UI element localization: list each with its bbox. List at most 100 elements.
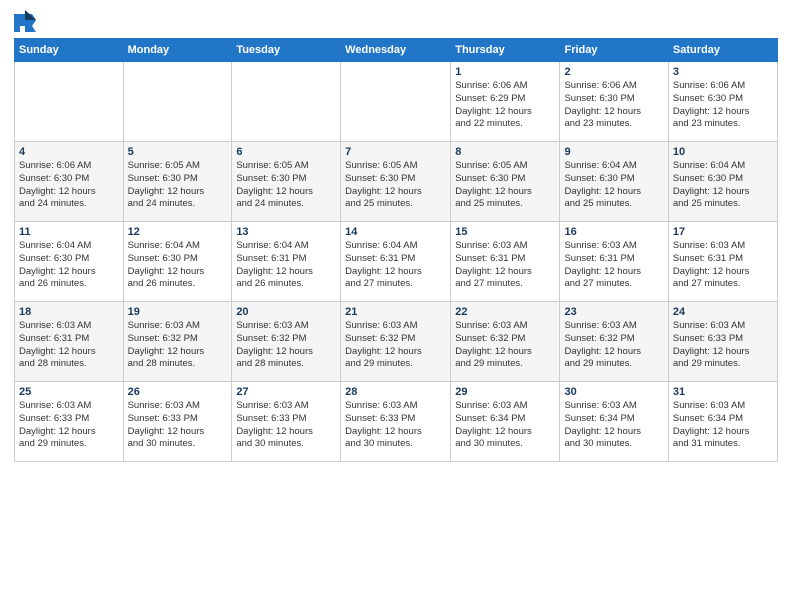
calendar-cell: 4 Sunrise: 6:06 AM Sunset: 6:30 PM Daylig… xyxy=(15,142,124,222)
calendar-cell: 25 Sunrise: 6:03 AM Sunset: 6:33 PM Dayli… xyxy=(15,382,124,462)
day-info: Sunrise: 6:03 AM Sunset: 6:33 PM Dayligh… xyxy=(19,400,119,451)
calendar-cell: 23 Sunrise: 6:03 AM Sunset: 6:32 PM Dayli… xyxy=(560,302,668,382)
day-info: Sunrise: 6:04 AM Sunset: 6:30 PM Dayligh… xyxy=(673,160,773,211)
calendar-week-2: 4 Sunrise: 6:06 AM Sunset: 6:30 PM Daylig… xyxy=(15,142,778,222)
calendar-cell: 6 Sunrise: 6:05 AM Sunset: 6:30 PM Daylig… xyxy=(232,142,341,222)
day-number: 19 xyxy=(128,306,228,318)
calendar-cell: 20 Sunrise: 6:03 AM Sunset: 6:32 PM Dayli… xyxy=(232,302,341,382)
day-number: 29 xyxy=(455,386,555,398)
weekday-header-tuesday: Tuesday xyxy=(232,39,341,62)
calendar-cell: 17Sunrise: 6:03 AM Sunset: 6:31 PM Dayli… xyxy=(668,222,777,302)
day-number: 23 xyxy=(564,306,663,318)
calendar-week-4: 18 Sunrise: 6:03 AM Sunset: 6:31 PM Dayli… xyxy=(15,302,778,382)
calendar-cell: 7 Sunrise: 6:05 AM Sunset: 6:30 PM Daylig… xyxy=(341,142,451,222)
calendar-week-5: 25 Sunrise: 6:03 AM Sunset: 6:33 PM Dayli… xyxy=(15,382,778,462)
day-info: Sunrise: 6:04 AM Sunset: 6:31 PM Dayligh… xyxy=(236,240,336,291)
day-info: Sunrise: 6:05 AM Sunset: 6:30 PM Dayligh… xyxy=(345,160,446,211)
logo-icon xyxy=(14,10,36,32)
calendar-cell xyxy=(123,62,232,142)
day-info: Sunrise: 6:03 AM Sunset: 6:32 PM Dayligh… xyxy=(345,320,446,371)
day-number: 9 xyxy=(564,146,663,158)
day-number: 15 xyxy=(455,226,555,238)
day-info: Sunrise: 6:03 AM Sunset: 6:34 PM Dayligh… xyxy=(673,400,773,451)
weekday-header-monday: Monday xyxy=(123,39,232,62)
day-number: 8 xyxy=(455,146,555,158)
day-info: Sunrise: 6:03 AM Sunset: 6:32 PM Dayligh… xyxy=(564,320,663,371)
day-info: Sunrise: 6:03 AM Sunset: 6:32 PM Dayligh… xyxy=(455,320,555,371)
day-number: 7 xyxy=(345,146,446,158)
day-number: 12 xyxy=(128,226,228,238)
day-info: Sunrise: 6:04 AM Sunset: 6:30 PM Dayligh… xyxy=(19,240,119,291)
day-number: 16 xyxy=(564,226,663,238)
calendar-cell: 27 Sunrise: 6:03 AM Sunset: 6:33 PM Dayli… xyxy=(232,382,341,462)
day-number: 21 xyxy=(345,306,446,318)
calendar-cell: 12 Sunrise: 6:04 AM Sunset: 6:30 PM Dayli… xyxy=(123,222,232,302)
day-info: Sunrise: 6:03 AM Sunset: 6:34 PM Dayligh… xyxy=(564,400,663,451)
weekday-header-row: SundayMondayTuesdayWednesdayThursdayFrid… xyxy=(15,39,778,62)
day-number: 18 xyxy=(19,306,119,318)
day-info: Sunrise: 6:03 AM Sunset: 6:32 PM Dayligh… xyxy=(236,320,336,371)
day-info: Sunrise: 6:03 AM Sunset: 6:31 PM Dayligh… xyxy=(19,320,119,371)
calendar-cell: 26 Sunrise: 6:03 AM Sunset: 6:33 PM Dayli… xyxy=(123,382,232,462)
calendar-cell: 31 Sunrise: 6:03 AM Sunset: 6:34 PM Dayli… xyxy=(668,382,777,462)
calendar-cell: 8Sunrise: 6:05 AM Sunset: 6:30 PM Daylig… xyxy=(451,142,560,222)
day-info: Sunrise: 6:06 AM Sunset: 6:30 PM Dayligh… xyxy=(19,160,119,211)
weekday-header-wednesday: Wednesday xyxy=(341,39,451,62)
weekday-header-friday: Friday xyxy=(560,39,668,62)
day-number: 28 xyxy=(345,386,446,398)
day-info: Sunrise: 6:06 AM Sunset: 6:30 PM Dayligh… xyxy=(673,80,773,131)
day-number: 4 xyxy=(19,146,119,158)
day-number: 13 xyxy=(236,226,336,238)
day-info: Sunrise: 6:06 AM Sunset: 6:29 PM Dayligh… xyxy=(455,80,555,131)
day-info: Sunrise: 6:03 AM Sunset: 6:31 PM Dayligh… xyxy=(673,240,773,291)
calendar-cell xyxy=(232,62,341,142)
calendar-cell: 14Sunrise: 6:04 AM Sunset: 6:31 PM Dayli… xyxy=(341,222,451,302)
calendar-cell: 19 Sunrise: 6:03 AM Sunset: 6:32 PM Dayli… xyxy=(123,302,232,382)
day-number: 26 xyxy=(128,386,228,398)
day-number: 24 xyxy=(673,306,773,318)
day-info: Sunrise: 6:06 AM Sunset: 6:30 PM Dayligh… xyxy=(564,80,663,131)
calendar-cell: 9 Sunrise: 6:04 AM Sunset: 6:30 PM Daylig… xyxy=(560,142,668,222)
weekday-header-saturday: Saturday xyxy=(668,39,777,62)
day-number: 5 xyxy=(128,146,228,158)
day-number: 11 xyxy=(19,226,119,238)
day-number: 31 xyxy=(673,386,773,398)
day-number: 22 xyxy=(455,306,555,318)
day-number: 6 xyxy=(236,146,336,158)
day-number: 25 xyxy=(19,386,119,398)
calendar-cell: 5 Sunrise: 6:05 AM Sunset: 6:30 PM Daylig… xyxy=(123,142,232,222)
logo xyxy=(14,10,40,32)
day-info: Sunrise: 6:03 AM Sunset: 6:33 PM Dayligh… xyxy=(673,320,773,371)
day-info: Sunrise: 6:03 AM Sunset: 6:34 PM Dayligh… xyxy=(455,400,555,451)
calendar-cell: 30 Sunrise: 6:03 AM Sunset: 6:34 PM Dayli… xyxy=(560,382,668,462)
day-info: Sunrise: 6:03 AM Sunset: 6:33 PM Dayligh… xyxy=(128,400,228,451)
day-info: Sunrise: 6:03 AM Sunset: 6:33 PM Dayligh… xyxy=(345,400,446,451)
day-info: Sunrise: 6:03 AM Sunset: 6:32 PM Dayligh… xyxy=(128,320,228,371)
day-number: 2 xyxy=(564,66,663,78)
calendar-cell: 1Sunrise: 6:06 AM Sunset: 6:29 PM Daylig… xyxy=(451,62,560,142)
calendar-cell: 29 Sunrise: 6:03 AM Sunset: 6:34 PM Dayli… xyxy=(451,382,560,462)
calendar-table: SundayMondayTuesdayWednesdayThursdayFrid… xyxy=(14,38,778,462)
calendar-cell: 3 Sunrise: 6:06 AM Sunset: 6:30 PM Daylig… xyxy=(668,62,777,142)
day-info: Sunrise: 6:04 AM Sunset: 6:30 PM Dayligh… xyxy=(564,160,663,211)
weekday-header-sunday: Sunday xyxy=(15,39,124,62)
header-area xyxy=(14,10,778,32)
calendar-cell xyxy=(341,62,451,142)
day-number: 27 xyxy=(236,386,336,398)
day-number: 20 xyxy=(236,306,336,318)
calendar-week-3: 11 Sunrise: 6:04 AM Sunset: 6:30 PM Dayli… xyxy=(15,222,778,302)
calendar-cell: 10Sunrise: 6:04 AM Sunset: 6:30 PM Dayli… xyxy=(668,142,777,222)
day-info: Sunrise: 6:05 AM Sunset: 6:30 PM Dayligh… xyxy=(128,160,228,211)
calendar-cell: 11 Sunrise: 6:04 AM Sunset: 6:30 PM Dayli… xyxy=(15,222,124,302)
day-info: Sunrise: 6:03 AM Sunset: 6:33 PM Dayligh… xyxy=(236,400,336,451)
calendar-cell: 15Sunrise: 6:03 AM Sunset: 6:31 PM Dayli… xyxy=(451,222,560,302)
calendar-cell: 13 Sunrise: 6:04 AM Sunset: 6:31 PM Dayli… xyxy=(232,222,341,302)
day-info: Sunrise: 6:04 AM Sunset: 6:30 PM Dayligh… xyxy=(128,240,228,291)
page-container: SundayMondayTuesdayWednesdayThursdayFrid… xyxy=(0,0,792,468)
calendar-cell: 22 Sunrise: 6:03 AM Sunset: 6:32 PM Dayli… xyxy=(451,302,560,382)
day-info: Sunrise: 6:05 AM Sunset: 6:30 PM Dayligh… xyxy=(236,160,336,211)
day-number: 14 xyxy=(345,226,446,238)
day-number: 30 xyxy=(564,386,663,398)
calendar-cell xyxy=(15,62,124,142)
day-number: 3 xyxy=(673,66,773,78)
